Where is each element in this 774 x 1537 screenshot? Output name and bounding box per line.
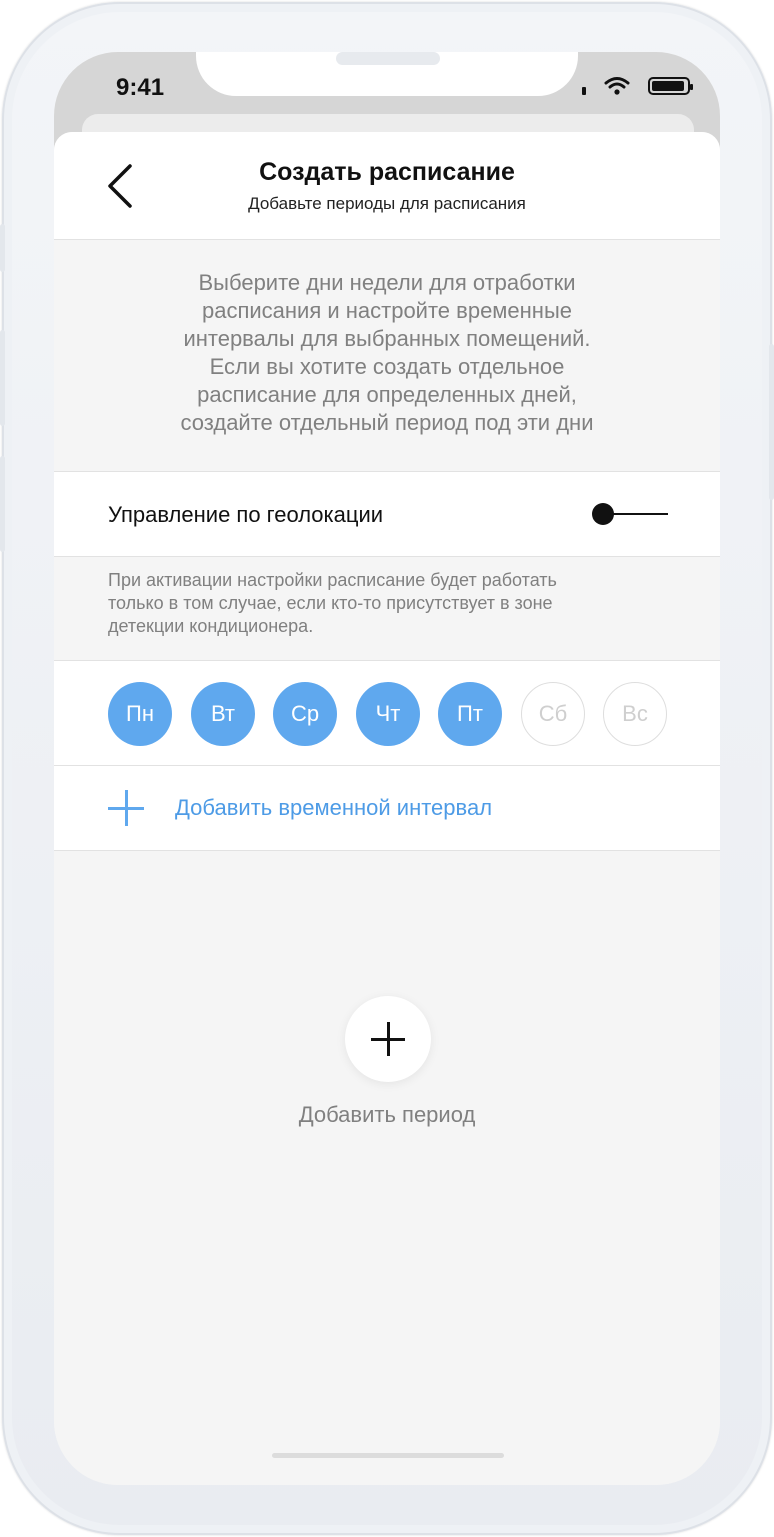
- day-friday[interactable]: Пт: [438, 682, 502, 746]
- speaker-grille: [336, 52, 440, 65]
- day-thursday[interactable]: Чт: [356, 682, 420, 746]
- wifi-icon: [604, 77, 630, 95]
- geolocation-note: При активации настройки расписание будет…: [54, 557, 720, 661]
- volume-up-button: [0, 330, 5, 426]
- weekday-selector: Пн Вт Ср Чт Пт Сб Вс: [54, 661, 720, 766]
- schedule-sheet: Создать расписание Добавьте периоды для …: [54, 132, 720, 1485]
- toggle-knob: [592, 503, 614, 525]
- plus-icon: [108, 790, 144, 826]
- intro-text: Выберите дни недели для отработки распис…: [54, 240, 720, 472]
- home-indicator: [272, 1453, 504, 1458]
- page-title: Создать расписание: [259, 158, 515, 186]
- add-interval-label: Добавить временной интервал: [175, 795, 493, 820]
- geolocation-toggle[interactable]: [592, 502, 672, 526]
- volume-down-button: [0, 456, 5, 552]
- day-sunday[interactable]: Вс: [603, 682, 667, 746]
- add-period-label: Добавить период: [298, 1102, 476, 1127]
- status-icons: [582, 76, 693, 96]
- battery-icon: [648, 77, 693, 95]
- geolocation-label: Управление по геолокации: [108, 502, 384, 527]
- page-subtitle: Добавьте периоды для расписания: [248, 194, 526, 213]
- add-interval-button[interactable]: Добавить временной интервал: [54, 766, 720, 851]
- phone-screen: 9:41 Создать расписание Добавьте периоды…: [54, 52, 720, 1485]
- power-button: [769, 344, 774, 500]
- header: Создать расписание Добавьте периоды для …: [54, 132, 720, 240]
- day-wednesday[interactable]: Ср: [273, 682, 337, 746]
- geolocation-row: Управление по геолокации: [54, 472, 720, 557]
- add-period-button[interactable]: [345, 996, 431, 1082]
- signal-icon: [582, 87, 586, 95]
- day-saturday[interactable]: Сб: [521, 682, 585, 746]
- day-monday[interactable]: Пн: [108, 682, 172, 746]
- mute-switch: [0, 224, 5, 272]
- status-time: 9:41: [116, 74, 165, 101]
- day-tuesday[interactable]: Вт: [191, 682, 255, 746]
